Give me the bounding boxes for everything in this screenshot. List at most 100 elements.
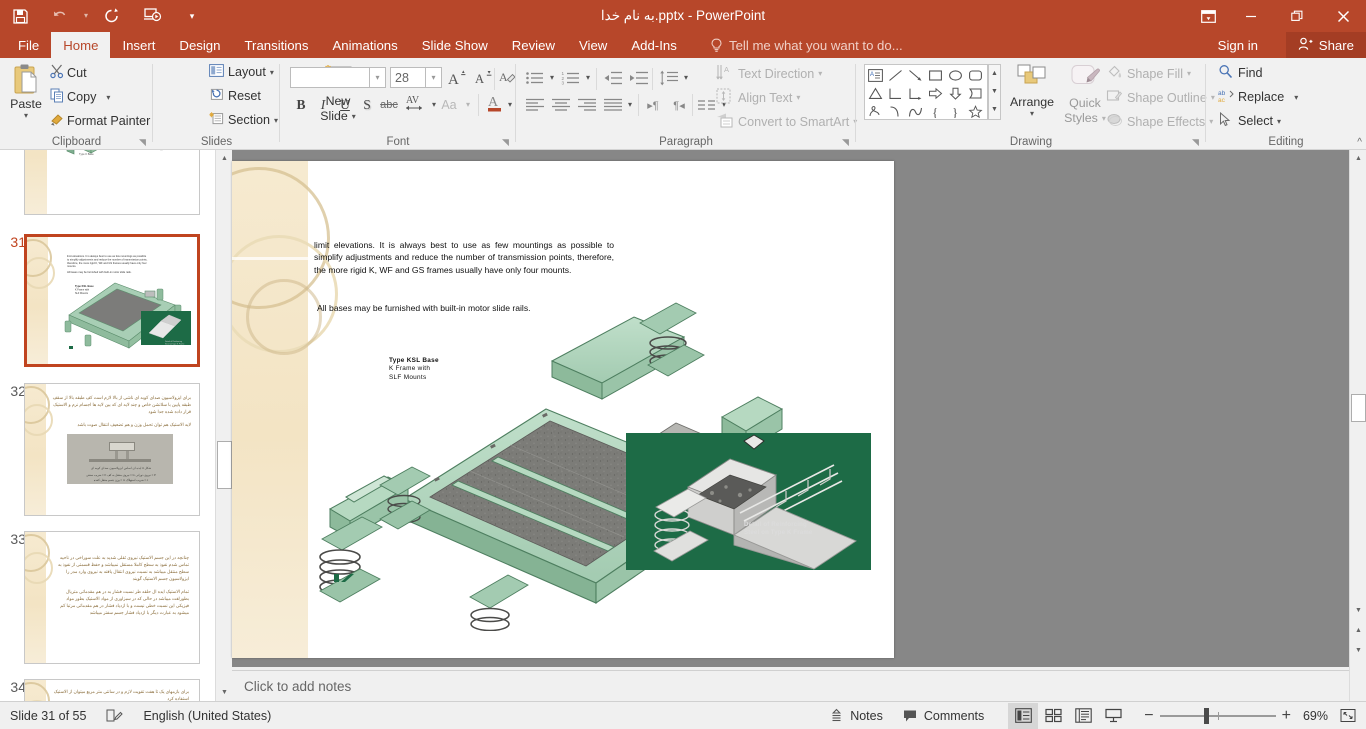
- thumbnail-frame-31[interactable]: limit elevations. It is always best to u…: [24, 234, 200, 367]
- font-name-input[interactable]: [290, 67, 370, 88]
- change-case-dropdown-icon[interactable]: ▾: [466, 100, 470, 109]
- align-right-button[interactable]: [576, 94, 598, 116]
- star-shape-icon[interactable]: [966, 103, 985, 120]
- decrease-font-size-button[interactable]: A: [472, 67, 494, 89]
- zoom-slider-handle[interactable]: [1203, 707, 1209, 724]
- bullets-dropdown-icon[interactable]: ▾: [550, 73, 554, 82]
- minimize-button[interactable]: [1228, 0, 1274, 32]
- character-spacing-button[interactable]: AV: [404, 92, 426, 114]
- tell-me-search[interactable]: Tell me what you want to do...: [710, 32, 903, 58]
- shapes-gallery-scrollbar[interactable]: ▲ ▼ ▼: [988, 64, 1001, 120]
- thumbnail-scroll-up-icon[interactable]: ▲: [216, 150, 233, 167]
- rectangle-shape-icon[interactable]: [926, 67, 945, 84]
- slide-counter[interactable]: Slide 31 of 55: [0, 702, 96, 729]
- zoom-out-button[interactable]: −: [1138, 702, 1159, 729]
- reading-view-button[interactable]: [1068, 703, 1098, 729]
- triangle-shape-icon[interactable]: [866, 85, 885, 102]
- previous-slide-icon[interactable]: ▲: [1350, 622, 1366, 639]
- increase-font-size-button[interactable]: A: [446, 67, 468, 89]
- flowchart-shape-icon[interactable]: [966, 85, 985, 102]
- undo-dropdown-icon[interactable]: ▾: [80, 1, 92, 31]
- format-painter-button[interactable]: Format Painter: [50, 112, 150, 130]
- shapes-gallery[interactable]: A { }: [864, 64, 988, 120]
- elbow-arrow-connector-shape-icon[interactable]: [906, 85, 925, 102]
- spell-check-button[interactable]: [96, 702, 133, 729]
- bold-button[interactable]: B: [290, 94, 312, 116]
- next-slide-icon[interactable]: ▼: [1350, 642, 1366, 659]
- arrange-button[interactable]: Arrange ▾: [1006, 62, 1058, 134]
- thumbnail-scroll-down-icon[interactable]: ▼: [216, 684, 233, 701]
- arrow-shape-icon[interactable]: [906, 67, 925, 84]
- tab-review[interactable]: Review: [500, 32, 567, 58]
- customize-qat-icon[interactable]: ▾: [172, 1, 212, 31]
- tab-insert[interactable]: Insert: [110, 32, 167, 58]
- numbering-button[interactable]: 123: [560, 67, 582, 89]
- tab-add-ins[interactable]: Add-Ins: [619, 32, 688, 58]
- fit-to-window-button[interactable]: [1334, 702, 1366, 729]
- section-dropdown-icon[interactable]: ▾: [274, 116, 278, 125]
- share-button[interactable]: Share: [1285, 32, 1366, 58]
- align-center-button[interactable]: [550, 94, 572, 116]
- tab-design[interactable]: Design: [167, 32, 232, 58]
- slideshow-view-button[interactable]: [1098, 703, 1128, 729]
- right-brace-shape-icon[interactable]: }: [946, 103, 965, 120]
- font-color-dropdown-icon[interactable]: ▾: [508, 100, 512, 109]
- close-button[interactable]: [1320, 0, 1366, 32]
- zoom-in-button[interactable]: +: [1276, 702, 1297, 729]
- layout-button[interactable]: Layout ▾: [209, 64, 274, 80]
- section-button[interactable]: Section ▾: [209, 112, 278, 128]
- tab-file[interactable]: File: [6, 32, 51, 58]
- scribble-shape-icon[interactable]: [866, 103, 885, 120]
- font-size-input[interactable]: 28: [390, 67, 426, 88]
- bullets-button[interactable]: [524, 67, 546, 89]
- shape-fill-dropdown-icon[interactable]: ▾: [1187, 69, 1191, 78]
- columns-button[interactable]: [696, 94, 718, 116]
- paste-button[interactable]: Paste ▾: [4, 60, 48, 134]
- font-name-dropdown-icon[interactable]: ▾: [370, 67, 386, 88]
- thumbnail-frame-32[interactable]: برای ایزولاسیون صدای کوبه ای ناشی از بال…: [24, 383, 200, 516]
- align-text-button[interactable]: Align Text ▾: [716, 88, 800, 107]
- text-direction-button[interactable]: A Text Direction ▾: [716, 64, 822, 83]
- layout-dropdown-icon[interactable]: ▾: [270, 68, 274, 77]
- decrease-indent-button[interactable]: [602, 67, 624, 89]
- select-button[interactable]: Select ▾: [1218, 111, 1281, 130]
- convert-to-smartart-button[interactable]: Convert to SmartArt ▾: [716, 112, 857, 131]
- numbering-dropdown-icon[interactable]: ▾: [586, 73, 590, 82]
- slide-thumbnail-pane[interactable]: 30: [0, 150, 215, 701]
- left-brace-shape-icon[interactable]: {: [926, 103, 945, 120]
- comments-button[interactable]: Comments: [893, 702, 994, 729]
- paste-dropdown-icon[interactable]: ▾: [24, 111, 28, 120]
- underline-button[interactable]: U: [334, 94, 356, 116]
- slide-scroll-up-icon[interactable]: ▲: [1350, 150, 1366, 167]
- copy-dropdown-icon[interactable]: ▾: [106, 93, 110, 102]
- font-color-button[interactable]: A: [484, 92, 506, 114]
- restore-button[interactable]: [1274, 0, 1320, 32]
- rounded-rectangle-shape-icon[interactable]: [966, 67, 985, 84]
- font-size-dropdown-icon[interactable]: ▾: [426, 67, 442, 88]
- shape-outline-button[interactable]: Shape Outline ▾: [1106, 88, 1215, 107]
- arrange-dropdown-icon[interactable]: ▾: [1030, 109, 1034, 118]
- slide-scrollbar-thumb[interactable]: [1351, 394, 1366, 422]
- thumbnail-frame-34[interactable]: برای بازمهای یک تا هفت تقویت لازم و در س…: [24, 679, 200, 701]
- align-left-button[interactable]: [524, 94, 546, 116]
- redo-icon[interactable]: [92, 1, 132, 31]
- tab-transitions[interactable]: Transitions: [232, 32, 320, 58]
- tab-animations[interactable]: Animations: [321, 32, 410, 58]
- right-arrow-shape-icon[interactable]: [926, 85, 945, 102]
- replace-dropdown-icon[interactable]: ▾: [1294, 93, 1298, 102]
- sign-in-button[interactable]: Sign in: [1218, 32, 1258, 58]
- quick-styles-button[interactable]: Quick Styles ▾: [1060, 62, 1110, 134]
- copy-button[interactable]: Copy ▾: [50, 88, 110, 106]
- tab-slide-show[interactable]: Slide Show: [410, 32, 500, 58]
- italic-button[interactable]: I: [312, 94, 334, 116]
- language-indicator[interactable]: English (United States): [133, 702, 281, 729]
- slide-sorter-view-button[interactable]: [1038, 703, 1068, 729]
- change-case-button[interactable]: Aa: [438, 94, 460, 116]
- normal-view-button[interactable]: [1008, 702, 1039, 729]
- shape-effects-button[interactable]: Shape Effects ▾: [1106, 112, 1213, 131]
- notes-pane[interactable]: Click to add notes: [232, 670, 1349, 701]
- zoom-level[interactable]: 69%: [1297, 702, 1334, 729]
- drawing-dialog-launcher-icon[interactable]: ◥: [1192, 137, 1203, 148]
- slide-scroll-down-icon[interactable]: ▼: [1350, 602, 1366, 619]
- down-arrow-shape-icon[interactable]: [946, 85, 965, 102]
